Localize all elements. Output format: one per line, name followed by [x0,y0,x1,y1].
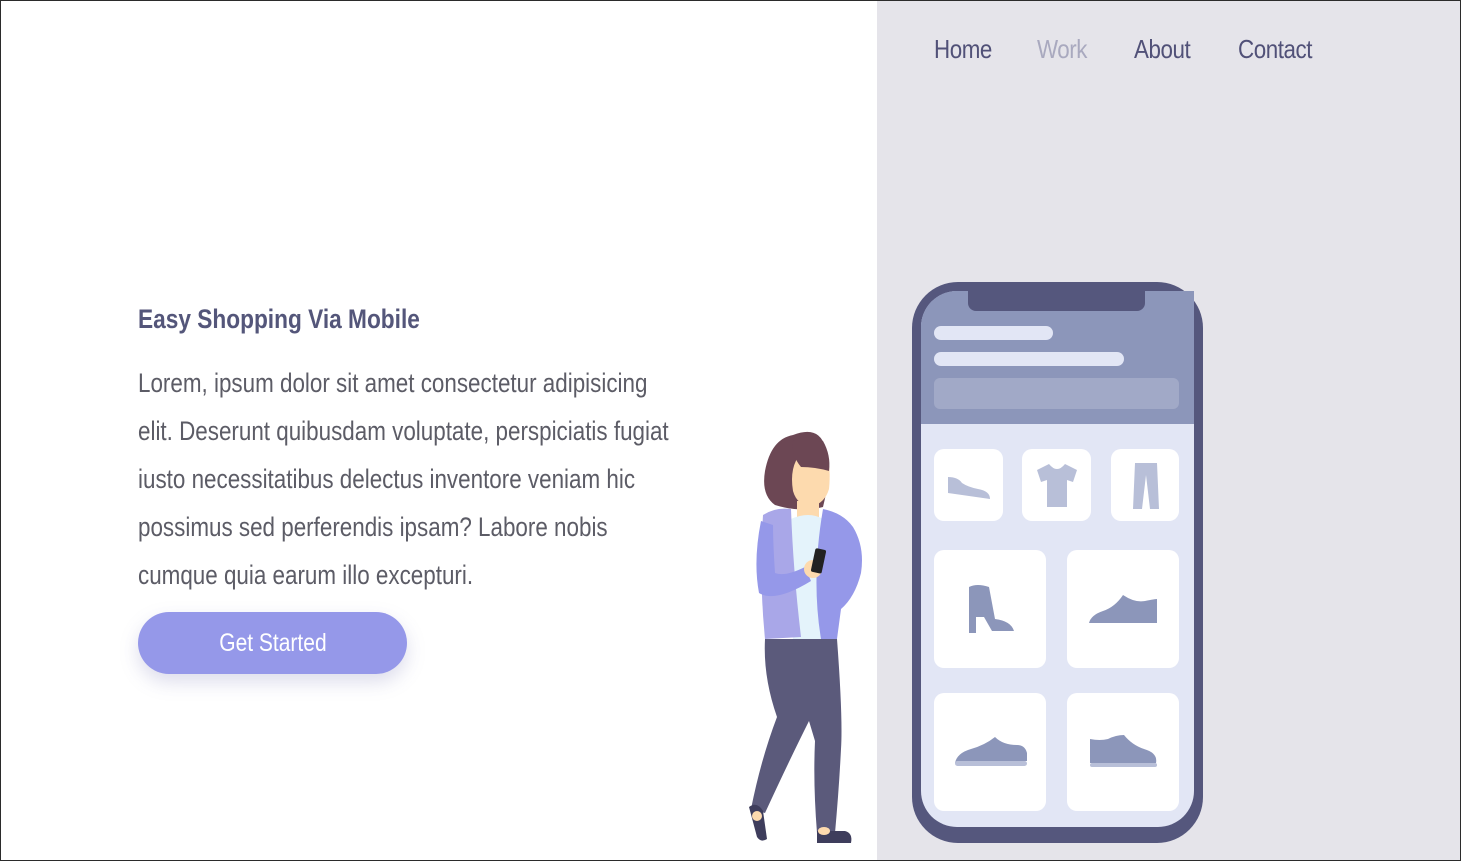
mobile-shopping-illustration [749,282,1203,843]
page: Home Work About Contact Easy Shopping Vi… [0,0,1461,861]
phone-illustration [912,282,1203,843]
woman-holding-phone-illustration [749,431,862,843]
product-tile [1111,449,1179,521]
product-tile [934,449,1003,521]
